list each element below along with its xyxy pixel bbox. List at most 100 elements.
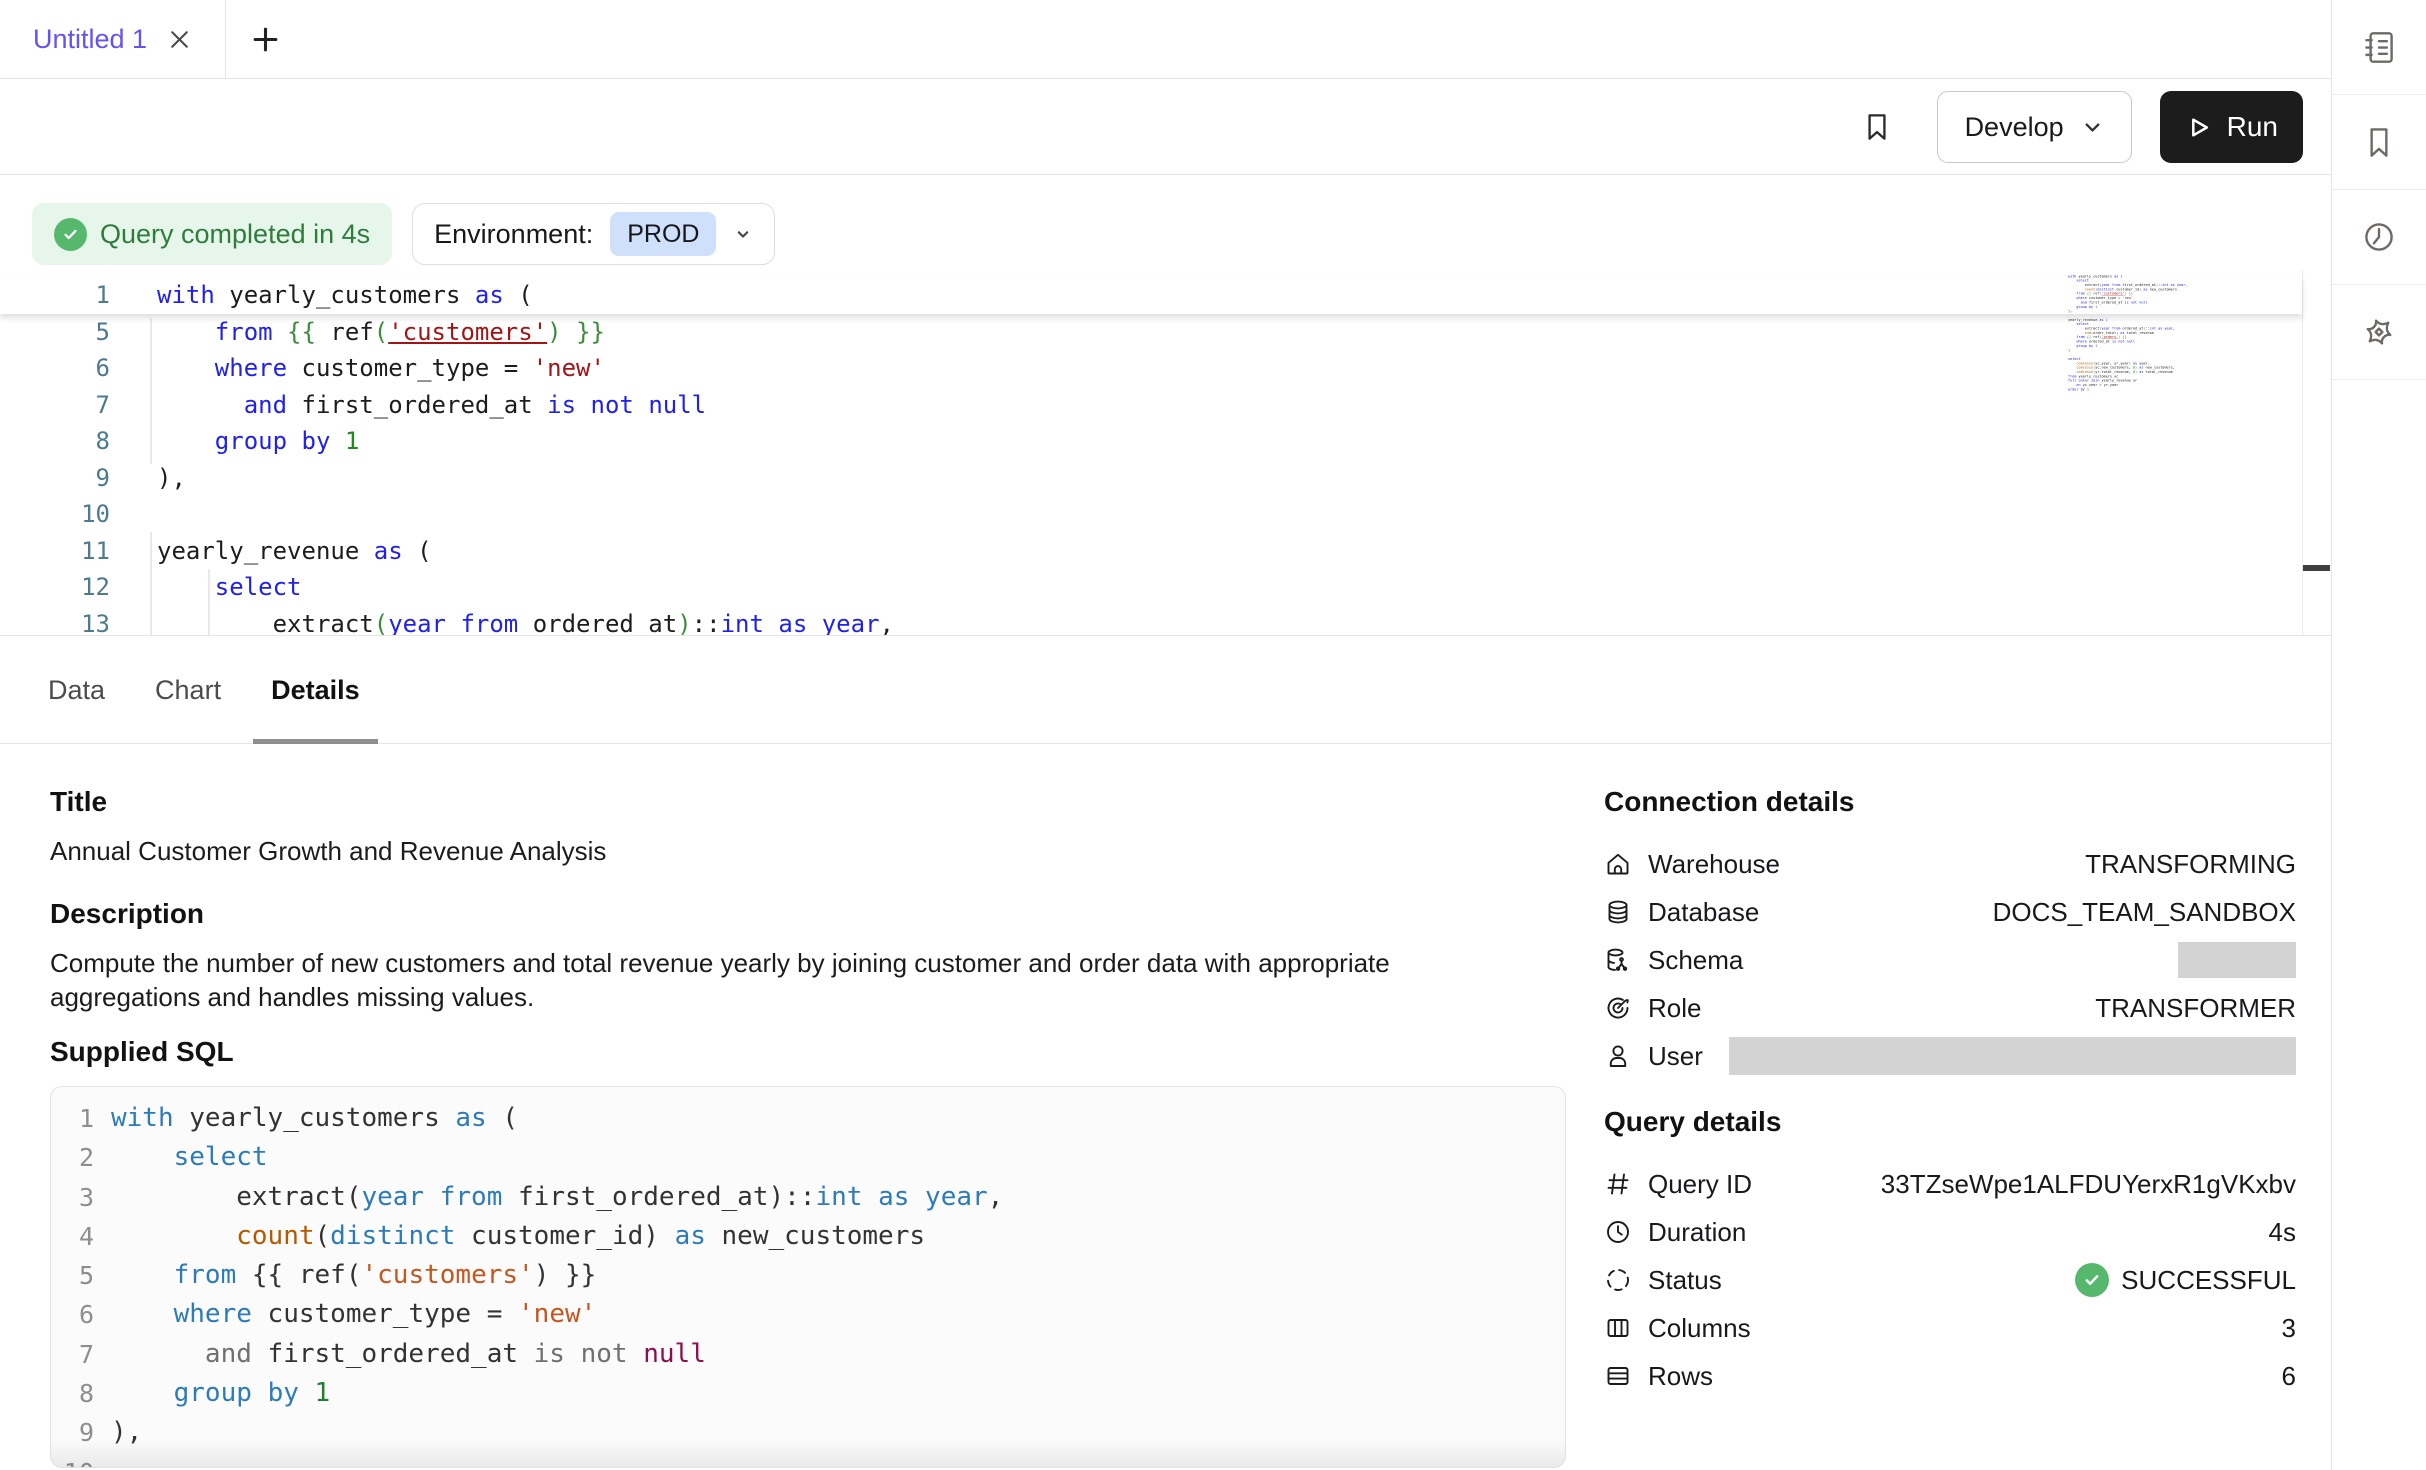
redacted-value <box>1729 1037 2296 1075</box>
code-line: 7 and first_ordered_at is not null <box>51 1335 1565 1374</box>
code-editor[interactable]: 1with yearly_customers as (5 from {{ ref… <box>0 270 2331 636</box>
sidebar-button-bookmark[interactable] <box>2332 95 2426 190</box>
detail-row-status: StatusSUCCESSFUL <box>1604 1256 2296 1304</box>
detail-row-columns: Columns3 <box>1604 1304 2296 1352</box>
environment-selector[interactable]: Environment: PROD <box>412 203 775 265</box>
detail-row-duration: Duration4s <box>1604 1208 2296 1256</box>
line-number: 11 <box>0 533 110 570</box>
detail-row-warehouse: WarehouseTRANSFORMING <box>1604 840 2296 888</box>
query-status-badge: Query completed in 4s <box>32 203 392 265</box>
detail-label: Rows <box>1648 1361 1713 1392</box>
code-line: 8 group by 1 <box>0 423 2302 460</box>
run-button[interactable]: Run <box>2160 91 2303 163</box>
detail-value: TRANSFORMER <box>2095 993 2296 1024</box>
code-line: 11yearly_revenue as ( <box>0 533 2302 570</box>
tab-data[interactable]: Data <box>30 637 123 743</box>
notebook-icon <box>2358 26 2400 68</box>
bookmark-icon <box>2358 121 2400 163</box>
code-line: 6 where customer_type = 'new' <box>51 1295 1565 1334</box>
code-line: 7 and first_ordered_at is not null <box>0 387 2302 424</box>
line-number: 6 <box>51 1295 94 1334</box>
line-number: 12 <box>0 569 110 606</box>
connection-details-rows: WarehouseTRANSFORMING Database DOCS_TEAM_S… <box>1604 840 2296 1080</box>
close-icon[interactable] <box>167 27 192 52</box>
new-tab-button[interactable] <box>250 0 281 78</box>
details-panel: Title Annual Customer Growth and Revenue… <box>0 745 2331 1470</box>
code-line: 9), <box>0 460 2302 497</box>
minimap[interactable]: with yearly_customers as ( select extrac… <box>2068 274 2196 391</box>
main-pane: Untitled 1 Develop <box>0 0 2331 1470</box>
indent-guide <box>208 569 210 636</box>
bookmark-button[interactable] <box>1859 109 1895 145</box>
detail-row-rows: Rows 6 <box>1604 1352 2296 1400</box>
line-number: 1 <box>0 277 110 314</box>
sidebar-button-history[interactable] <box>2332 190 2426 285</box>
plus-icon <box>250 24 281 55</box>
rows-icon <box>1604 1362 1632 1390</box>
tab-chart[interactable]: Chart <box>137 637 239 743</box>
check-circle-icon <box>54 218 87 251</box>
code-line: 9), <box>51 1413 1565 1452</box>
line-number: 9 <box>0 460 110 497</box>
app-window: Untitled 1 Develop <box>0 0 2426 1470</box>
code-line: order by 1 <box>2068 387 2196 391</box>
editor-lines: 1with yearly_customers as (5 from {{ ref… <box>0 270 2302 636</box>
code-line: 5 from {{ ref('customers') }} <box>51 1256 1565 1295</box>
line-number: 5 <box>51 1256 94 1295</box>
results-tabs: DataChartDetails <box>0 637 2331 744</box>
title-value: Annual Customer Growth and Revenue Analy… <box>50 834 1570 868</box>
code-line: 13 extract(year from ordered_at)::int as… <box>0 606 2302 637</box>
toolbar: Develop Run <box>0 80 2331 175</box>
code-line: 5 from {{ ref('customers') }} <box>0 314 2302 351</box>
title-heading: Title <box>50 786 1570 818</box>
environment-value-badge: PROD <box>610 212 716 256</box>
redacted-value <box>2178 942 2296 978</box>
detail-value: 33TZseWpe1ALFDUYerxR1gVKxbv <box>1881 1169 2296 1200</box>
bookmark-icon <box>1859 109 1895 145</box>
detail-label: Role <box>1648 993 1701 1024</box>
supplied-sql-heading: Supplied SQL <box>50 1036 1570 1068</box>
play-icon <box>2185 114 2212 141</box>
line-number: 1 <box>51 1099 94 1138</box>
editor-scrollbar-thumb[interactable] <box>2303 565 2330 571</box>
code-line: 1with yearly_customers as ( <box>0 277 2302 314</box>
database-icon <box>1604 898 1632 926</box>
line-number: 10 <box>51 1453 94 1468</box>
tab-bar: Untitled 1 <box>0 0 2331 79</box>
details-left-column: Title Annual Customer Growth and Revenue… <box>50 786 1570 1468</box>
user-icon <box>1604 1042 1632 1070</box>
sparkle-icon <box>2358 311 2400 353</box>
duration-icon <box>1604 1218 1632 1246</box>
code-line: 12 select <box>0 569 2302 606</box>
detail-row-query-id: Query ID33TZseWpe1ALFDUYerxR1gVKxbv <box>1604 1160 2296 1208</box>
detail-value: 4s <box>2269 1217 2296 1248</box>
line-number: 8 <box>51 1374 94 1413</box>
detail-value: 3 <box>2282 1313 2296 1344</box>
schema-icon <box>1604 946 1632 974</box>
detail-row-database: Database DOCS_TEAM_SANDBOX <box>1604 888 2296 936</box>
code-line: 4 count(distinct customer_id) as new_cus… <box>51 1217 1565 1256</box>
status-icon <box>1604 1266 1632 1294</box>
detail-value: SUCCESSFUL <box>2121 1265 2296 1296</box>
editor-scrollbar-track <box>2302 270 2303 635</box>
detail-value: DOCS_TEAM_SANDBOX <box>1993 897 2296 928</box>
line-number: 3 <box>51 1178 94 1217</box>
sidebar-button-notebook[interactable] <box>2332 0 2426 95</box>
tab-details[interactable]: Details <box>253 637 378 743</box>
line-number: 6 <box>0 350 110 387</box>
detail-value: 6 <box>2282 1361 2296 1392</box>
history-icon <box>2358 216 2400 258</box>
detail-label: User <box>1648 1041 1703 1072</box>
right-sidebar <box>2331 0 2426 1470</box>
detail-label: Database <box>1648 897 1759 928</box>
connection-details-heading: Connection details <box>1604 786 2296 818</box>
supplied-sql-block[interactable]: 1with yearly_customers as (2 select3 ext… <box>50 1086 1566 1468</box>
run-label: Run <box>2227 111 2278 143</box>
file-tab-untitled-1[interactable]: Untitled 1 <box>0 0 226 78</box>
file-tab-title: Untitled 1 <box>33 24 147 55</box>
description-value: Compute the number of new customers and … <box>50 946 1490 1014</box>
code-line: 10 <box>0 496 2302 533</box>
develop-dropdown[interactable]: Develop <box>1937 91 2132 163</box>
sidebar-button-sparkle[interactable] <box>2332 285 2426 380</box>
query-details-heading: Query details <box>1604 1106 2296 1138</box>
